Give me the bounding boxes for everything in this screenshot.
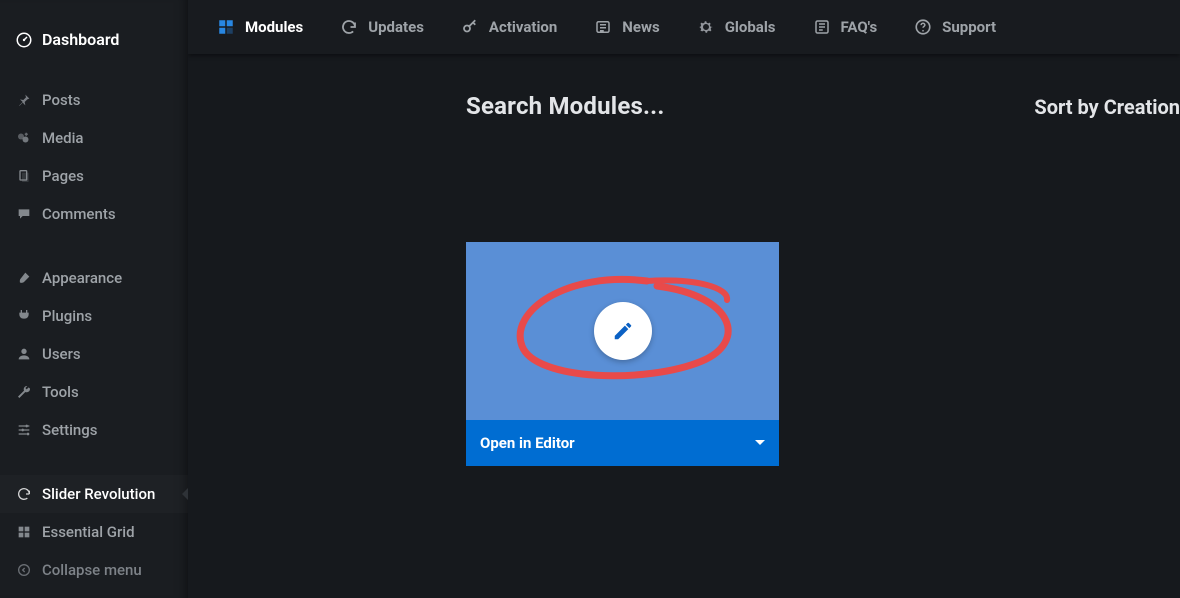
- sidebar-label: Pages: [42, 167, 84, 185]
- sidebar-item-collapse-menu[interactable]: Collapse menu: [0, 551, 188, 589]
- collapse-icon: [12, 562, 36, 578]
- sidebar-item-plugins[interactable]: Plugins: [0, 297, 188, 335]
- brush-icon: [12, 270, 36, 286]
- sliders-icon: [12, 422, 36, 438]
- sidebar-label: Appearance: [42, 269, 122, 287]
- open-in-editor-button[interactable]: Open in Editor: [466, 420, 779, 466]
- tab-label: News: [622, 18, 659, 36]
- sidebar-label: Collapse menu: [42, 561, 142, 579]
- chevron-down-icon: [755, 440, 765, 450]
- sidebar-item-comments[interactable]: Comments: [0, 195, 188, 233]
- search-modules-label[interactable]: Search Modules...: [466, 92, 665, 120]
- sort-by-label[interactable]: Sort by Creation: [1034, 95, 1180, 119]
- sidebar-item-tools[interactable]: Tools: [0, 373, 188, 411]
- sidebar-item-media[interactable]: Media: [0, 119, 188, 157]
- tab-label: Modules: [245, 18, 303, 36]
- main-area: Modules Updates Activation News: [188, 0, 1180, 598]
- tab-faqs[interactable]: FAQ's: [794, 0, 896, 54]
- comment-icon: [12, 206, 36, 222]
- content-body: Search Modules... Sort by Creation: [188, 54, 1180, 598]
- updates-icon: [339, 17, 359, 37]
- refresh-icon: [12, 486, 36, 502]
- sidebar-label: Settings: [42, 421, 98, 439]
- news-icon: [593, 17, 613, 37]
- tab-label: Activation: [489, 18, 557, 36]
- tab-label: Updates: [368, 18, 424, 36]
- module-thumbnail[interactable]: [466, 242, 779, 420]
- pages-icon: [12, 168, 36, 184]
- sidebar-label: Posts: [42, 91, 80, 109]
- sidebar-item-essential-grid[interactable]: Essential Grid: [0, 513, 188, 551]
- user-icon: [12, 346, 36, 362]
- key-icon: [460, 17, 480, 37]
- help-icon: [913, 17, 933, 37]
- sidebar-label: Plugins: [42, 307, 92, 325]
- plug-icon: [12, 308, 36, 324]
- tab-label: Support: [942, 18, 996, 36]
- sidebar-item-settings[interactable]: Settings: [0, 411, 188, 449]
- pin-icon: [12, 92, 36, 108]
- gear-icon: [696, 17, 716, 37]
- admin-sidebar: Dashboard Posts Media Pages: [0, 0, 188, 598]
- tab-news[interactable]: News: [575, 0, 677, 54]
- tab-label: Globals: [725, 18, 776, 36]
- tab-globals[interactable]: Globals: [678, 0, 794, 54]
- tab-support[interactable]: Support: [895, 0, 1014, 54]
- sidebar-label: Users: [42, 345, 81, 363]
- module-card[interactable]: Open in Editor: [466, 242, 779, 466]
- edit-module-button[interactable]: [594, 302, 652, 360]
- sidebar-item-slider-revolution[interactable]: Slider Revolution: [0, 475, 188, 513]
- sidebar-label: Essential Grid: [42, 523, 135, 541]
- faq-icon: [812, 17, 832, 37]
- pencil-icon: [612, 320, 634, 342]
- wrench-icon: [12, 384, 36, 400]
- sidebar-label: Media: [42, 129, 84, 147]
- modules-icon: [216, 17, 236, 37]
- card-action-label: Open in Editor: [480, 434, 575, 452]
- sidebar-item-posts[interactable]: Posts: [0, 81, 188, 119]
- sidebar-item-appearance[interactable]: Appearance: [0, 259, 188, 297]
- sidebar-item-users[interactable]: Users: [0, 335, 188, 373]
- sidebar-item-dashboard[interactable]: Dashboard: [0, 20, 188, 59]
- sidebar-item-pages[interactable]: Pages: [0, 157, 188, 195]
- grid-icon: [12, 524, 36, 540]
- tab-activation[interactable]: Activation: [442, 0, 575, 54]
- sidebar-label: Dashboard: [42, 30, 119, 49]
- sidebar-label: Slider Revolution: [42, 485, 155, 503]
- plugin-top-nav: Modules Updates Activation News: [188, 0, 1180, 54]
- dashboard-icon: [12, 31, 36, 49]
- sidebar-label: Tools: [42, 383, 79, 401]
- tab-label: FAQ's: [841, 18, 878, 36]
- tab-modules[interactable]: Modules: [198, 0, 321, 54]
- media-icon: [12, 129, 36, 147]
- sidebar-label: Comments: [42, 205, 116, 223]
- tab-updates[interactable]: Updates: [321, 0, 442, 54]
